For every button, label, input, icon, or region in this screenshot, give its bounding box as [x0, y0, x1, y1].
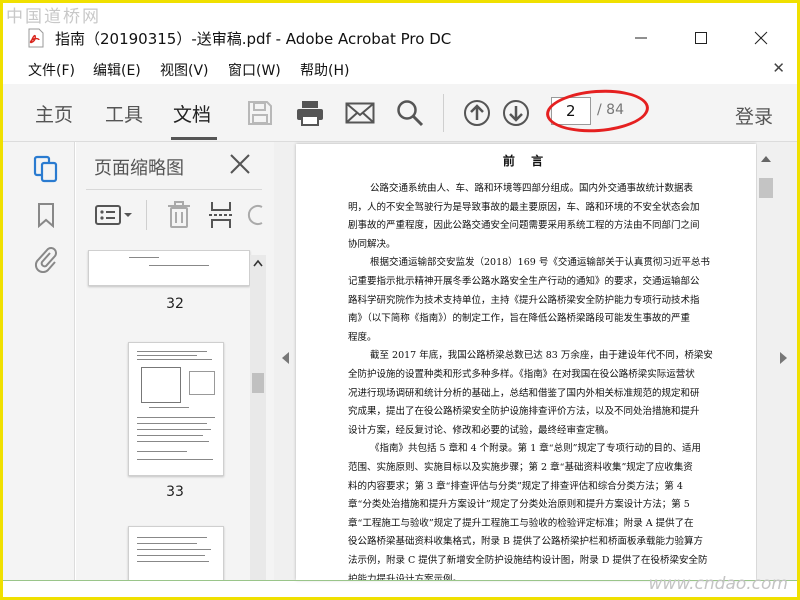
document-text-line: 公路交通系统由人、车、路和环境等四部分组成。国内外交通事故统计数据表 — [370, 183, 694, 194]
scrollbar-handle[interactable] — [759, 178, 773, 198]
document-text-line: 范围、实施原则、实施目标以及实施步骤；第 2 章“基础资料收集”规定了应收集资 — [348, 462, 693, 473]
print-icon[interactable] — [293, 96, 327, 130]
document-text-line: 设计方案，经反复讨论、修改和必要的试验，最终经审查定稿。 — [348, 424, 615, 436]
document-heading: 前 言 — [502, 154, 550, 168]
document-text-line: 记重要指示批示精神开展冬季公路水路安全生产行动的通知》的要求，交通运输部公 — [348, 276, 700, 287]
document-scrollbar[interactable] — [757, 142, 775, 580]
maximize-button[interactable] — [679, 26, 723, 50]
document-text-line: 根据交通运输部交安监发（2018）169 号《交通运输部关于认真贯彻习近平总书 — [370, 257, 710, 269]
tab-document[interactable]: 文档 — [173, 100, 211, 127]
page-thumbnails-icon[interactable] — [31, 154, 61, 184]
next-page-icon[interactable] — [499, 96, 533, 130]
panel-toolbar-separator — [146, 200, 147, 230]
document-text-line: 剧事故的严重程度，因此公路交通安全问题需要采用系统工程的方法由不同部门之间 — [348, 220, 700, 232]
toolbar-separator — [443, 94, 444, 132]
watermark-bottom: www.cndao.com — [648, 574, 788, 594]
panel-divider — [86, 189, 262, 190]
thumbnail-scrollbar[interactable] — [250, 255, 266, 580]
thumbnail-label: 32 — [166, 296, 184, 312]
minimize-button[interactable] — [619, 26, 663, 50]
pdf-file-icon — [27, 28, 45, 48]
thumbnail-panel: 页面缩略图 32 33 — [76, 142, 274, 580]
menu-file[interactable]: 文件(F) — [28, 60, 75, 80]
menu-edit[interactable]: 编辑(E) — [93, 60, 141, 80]
collapse-left-panel-icon[interactable] — [282, 352, 289, 364]
document-text-line: 章“工程施工与验收”规定了提升工程施工与验收的检验评定标准；附录 A 提供了在 — [348, 517, 694, 529]
document-text-line: 役公路桥梁基础资料收集格式，附录 B 提供了公路桥梁护栏和桥面板承载能力验算方 — [348, 536, 704, 548]
thumbnail-page-34[interactable] — [128, 526, 224, 580]
menu-bar: 文件(F) 编辑(E) 视图(V) 窗口(W) 帮助(H) ✕ — [3, 56, 797, 82]
document-text-line: 《指南》共包括 5 章和 4 个附录。第 1 章“总则”规定了专项行动的目的、适… — [370, 443, 701, 455]
expand-right-panel-icon[interactable] — [780, 352, 787, 364]
close-window-button[interactable] — [739, 26, 783, 50]
panel-title: 页面缩略图 — [94, 158, 184, 179]
highlight-annotation-oval — [544, 86, 651, 136]
thumbnail-page-33[interactable] — [128, 342, 224, 476]
scroll-up-icon[interactable] — [761, 156, 771, 162]
document-text-line: 程度。 — [348, 331, 377, 343]
active-tab-indicator — [171, 137, 217, 140]
attachments-icon[interactable] — [31, 244, 61, 274]
delete-page-icon[interactable] — [164, 198, 194, 232]
thumbnail-list: 32 33 — [76, 250, 274, 580]
menu-window[interactable]: 窗口(W) — [228, 60, 281, 80]
navigation-rail — [3, 142, 75, 580]
document-text-line: 料的内容要求；第 3 章“排查评估与分类”规定了排查评估和综合分类方法；第 4 — [348, 480, 683, 492]
document-text-line: 协同解决。 — [348, 238, 396, 250]
thumbnail-label: 33 — [166, 484, 184, 500]
search-icon[interactable] — [393, 96, 427, 130]
main-toolbar: 主页 工具 文档 2 / 84 登录 — [3, 84, 797, 142]
document-text-line: 路科学研究院作为技术支持单位，主持《提升公路桥梁安全防护能力专项行动技术指 — [348, 294, 700, 306]
login-button[interactable]: 登录 — [735, 102, 773, 129]
document-text-line: 全防护设施的设置种类和形式多种多样。《指南》在对我国在役公路桥梁实际运营状 — [348, 369, 695, 380]
document-text-line: 况进行现场调研和统计分析的基础上，总结和借鉴了国内外相关标准规范的规定和研 — [348, 387, 700, 399]
document-page: 前 言 公路交通系统由人、车、路和环境等四部分组成。国内外交通事故统计数据表明，… — [296, 144, 756, 580]
save-icon[interactable] — [243, 96, 277, 130]
options-menu-icon[interactable] — [94, 198, 134, 232]
title-bar: 指南（20190315）-送审稿.pdf - Adobe Acrobat Pro… — [3, 22, 797, 54]
email-icon[interactable] — [343, 96, 377, 130]
close-panel-icon[interactable] — [228, 152, 252, 176]
document-text-line: 法示例，附录 C 提供了新增安全防护设施结构设计图，附录 D 提供了在役桥梁安全… — [348, 555, 708, 566]
scrollbar-handle[interactable] — [252, 373, 264, 393]
document-text-line: 截至 2017 年底，我国公路桥梁总数已达 83 万余座，由于建设年代不同，桥梁… — [370, 350, 713, 362]
document-text-line: 南》（以下简称《指南》）的制定工作，旨在降低公路桥梁路段可能发生事故的严重 — [348, 313, 691, 325]
menu-view[interactable]: 视图(V) — [160, 60, 209, 80]
document-text-line: 究成果，提出了在役公路桥梁安全防护设施排查评价方法，以及不同处治措施和提升 — [348, 406, 700, 418]
bookmarks-icon[interactable] — [31, 200, 61, 230]
document-text-line: 护能力提升设计方案示例。 — [348, 573, 463, 580]
menu-help[interactable]: 帮助(H) — [300, 60, 349, 80]
extract-pages-icon[interactable] — [206, 198, 236, 232]
tab-home[interactable]: 主页 — [35, 100, 73, 127]
document-text-line: 明，人的不安全驾驶行为是导致事故的最主要原因，车、路和环境的不安全状态会加 — [348, 201, 700, 213]
scroll-up-icon[interactable] — [253, 259, 263, 267]
close-document-icon[interactable]: ✕ — [772, 59, 785, 77]
previous-page-icon[interactable] — [460, 96, 494, 130]
window-title: 指南（20190315）-送审稿.pdf - Adobe Acrobat Pro… — [55, 30, 452, 48]
thumbnail-page-32[interactable] — [88, 250, 250, 286]
rotate-page-icon[interactable] — [246, 198, 266, 232]
tab-tools[interactable]: 工具 — [105, 100, 143, 127]
document-text-line: 章“分类处治措施和提升方案设计”规定了分类处治原则和提升方案设计方法；第 5 — [348, 499, 690, 511]
document-viewer: 前 言 公路交通系统由人、车、路和环境等四部分组成。国内外交通事故统计数据表明，… — [274, 142, 797, 580]
watermark-top: 中国道桥网 — [6, 7, 101, 27]
